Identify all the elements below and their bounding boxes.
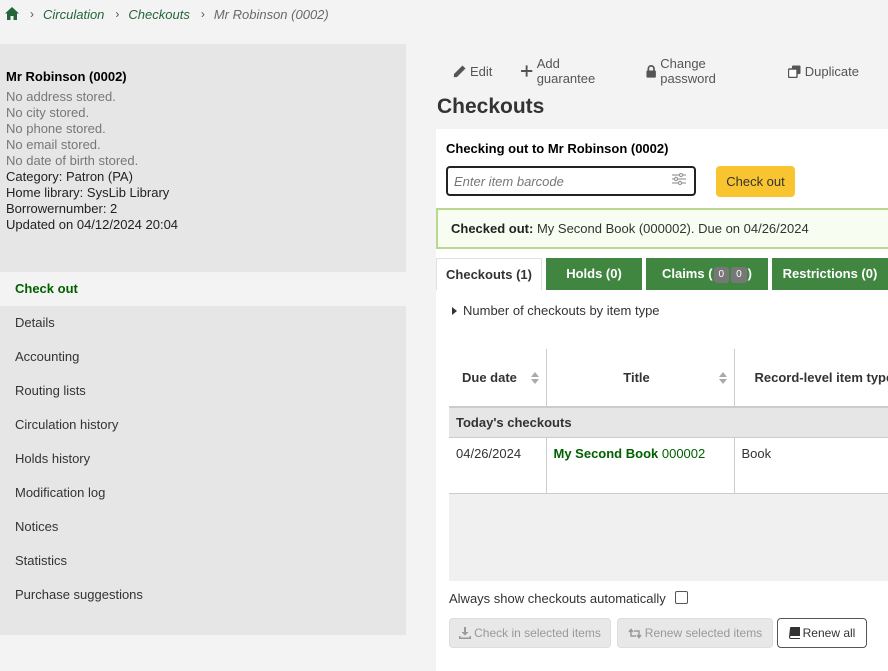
nav-purchase-suggestions[interactable]: Purchase suggestions [0,578,406,612]
add-guarantee-label: Add guarantee [536,56,596,86]
cell-title: My Second Book 000002 [546,437,735,494]
summary-label: Number of checkouts by item type [463,303,660,318]
patron-info: Mr Robinson (0002) No address stored. No… [0,44,406,272]
copy-icon [787,65,801,78]
tab-holds[interactable]: Holds (0) [546,258,642,290]
alert-text: My Second Book (000002). Due on 04/26/20… [533,221,809,236]
change-password-button[interactable]: Change password [646,56,759,86]
alert-label: Checked out: [451,221,534,236]
barcode-input[interactable] [446,166,696,196]
duplicate-label: Duplicate [804,63,859,79]
col-item-type[interactable]: Record-level item type [734,349,888,407]
nav-modification-log[interactable]: Modification log [0,476,406,510]
patron-sidenav: Check out Details Accounting Routing lis… [0,272,406,635]
book-barcode-link[interactable]: 000002 [658,446,705,461]
checkout-tabs: Checkouts (1) Holds (0) Claims (0 0) Rest… [436,258,888,290]
checkout-alert: Checked out: My Second Book (000002). Du… [436,208,888,249]
checkout-heading: Checking out to Mr Robinson (0002) [446,141,669,156]
col-title[interactable]: Title [546,349,735,407]
pencil-icon [453,65,466,77]
nav-check-out[interactable]: Check out [0,272,406,306]
renew-selected-label: Renew selected items [644,626,763,640]
download-icon [459,627,472,639]
claims-label: Claims ( [661,266,713,281]
patron-library: Home library: SysLib Library [6,185,170,200]
cell-item-type: Book [734,437,888,494]
patron-category: Category: Patron (PA) [6,169,133,184]
col-title-label: Title [623,370,650,385]
book-title-link[interactable]: My Second Book [554,446,659,461]
home-icon[interactable] [5,7,19,21]
patron-phone: No phone stored. [6,121,106,136]
chevron-right-icon: › [30,7,34,21]
patron-address: No address stored. [6,89,116,104]
retweet-icon [628,627,642,639]
edit-button[interactable]: Edit [453,64,492,79]
checkouts-table: Due date Title Record-level item type To… [449,349,888,581]
nav-notices[interactable]: Notices [0,510,406,544]
caret-right-icon [452,306,457,315]
patron-updated: Updated on 04/12/2024 20:04 [6,217,179,232]
sort-icon [530,372,539,384]
sliders-icon[interactable] [672,172,686,188]
autoshow-label: Always show checkouts automatically [449,591,666,606]
claims-suffix: ) [747,266,753,281]
change-password-label: Change password [660,56,716,86]
claims-badge: 0 [713,266,730,283]
autoshow-row: Always show checkouts automatically [449,591,688,606]
autoshow-checkbox[interactable] [674,591,688,604]
add-guarantee-button[interactable]: Add guarantee [521,56,616,86]
nav-details[interactable]: Details [0,306,406,340]
breadcrumb-circulation[interactable]: Circulation [43,7,104,22]
patron-borrowernumber: Borrowernumber: 2 [6,201,118,216]
table-row: 04/26/2024 My Second Book 000002 Book [449,437,888,494]
breadcrumb-current: Mr Robinson (0002) [213,6,329,22]
duplicate-button[interactable]: Duplicate [787,63,859,79]
nav-statistics[interactable]: Statistics [0,544,406,578]
check-in-label: Check in selected items [474,626,601,640]
group-todays-checkouts: Today's checkouts [449,407,888,438]
patron-email: No email stored. [6,137,101,152]
nav-holds-history[interactable]: Holds history [0,442,406,476]
col-due-date-label: Due date [462,370,517,385]
check-out-button[interactable]: Check out [716,166,795,197]
tab-restrictions[interactable]: Restrictions (0) [772,258,888,290]
check-in-selected-button[interactable]: Check in selected items [449,618,611,648]
checkouts-by-itemtype-toggle[interactable]: Number of checkouts by item type [452,303,660,318]
nav-accounting[interactable]: Accounting [0,340,406,374]
tab-claims[interactable]: Claims (0 0) [646,258,768,290]
breadcrumb-checkouts[interactable]: Checkouts [128,7,189,22]
lock-icon [646,64,656,78]
sort-icon [718,372,727,384]
renew-selected-button[interactable]: Renew selected items [617,618,773,648]
plus-icon [521,65,533,77]
checkout-panel: Checking out to Mr Robinson (0002) Check… [436,129,888,671]
patron-toolbar: Edit Add guarantee Change password Dupli… [453,56,888,86]
book-icon [788,627,800,639]
tab-checkouts[interactable]: Checkouts (1) [436,258,542,290]
claims-badge: 0 [731,266,747,283]
patron-dob: No date of birth stored. [6,153,139,168]
renew-all-label: Renew all [802,626,856,640]
chevron-right-icon: › [200,7,205,21]
col-due-date[interactable]: Due date [449,349,547,407]
patron-city: No city stored. [6,105,90,120]
edit-label: Edit [470,63,493,79]
chevron-right-icon: › [115,7,120,21]
patron-name: Mr Robinson (0002) [6,69,127,84]
nav-circulation-history[interactable]: Circulation history [0,408,406,442]
nav-routing-lists[interactable]: Routing lists [0,374,406,408]
page-title: Checkouts [437,95,545,118]
breadcrumb: › Circulation › Checkouts › Mr Robinson … [5,5,329,23]
cell-due-date: 04/26/2024 [449,437,547,494]
renew-all-button[interactable]: Renew all [777,618,867,648]
